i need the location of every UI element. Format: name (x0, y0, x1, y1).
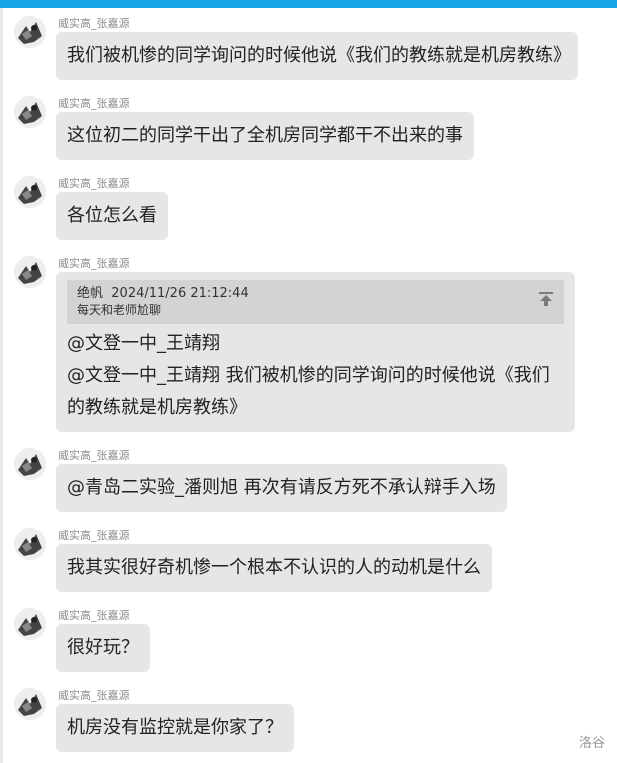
avatar[interactable] (14, 448, 46, 480)
chat-message: 威实高_张嘉源 机房没有监控就是你家了？ (0, 680, 617, 752)
message-bubble: @青岛二实验_潘则旭 再次有请反方死不承认辩手入场 (56, 464, 507, 512)
avatar[interactable] (14, 688, 46, 720)
avatar[interactable] (14, 608, 46, 640)
message-bubble: 绝帆 2024/11/26 21:12:44 每天和老师尬聊 @文登一中_王靖翔… (56, 272, 575, 432)
sender-name: 威实高_张嘉源 (58, 97, 130, 110)
sender-name: 威实高_张嘉源 (58, 529, 130, 542)
sender-name: 威实高_张嘉源 (58, 257, 130, 270)
avatar[interactable] (14, 96, 46, 128)
chat-message: 威实高_张嘉源 绝帆 2024/11/26 21:12:44 每天和老师尬聊 @… (0, 248, 617, 432)
chat-message: 威实高_张嘉源 各位怎么看 (0, 168, 617, 240)
avatar[interactable] (14, 256, 46, 288)
message-line: @文登一中_王靖翔 (67, 333, 220, 354)
chat-message: 威实高_张嘉源 这位初二的同学干出了全机房同学都干不出来的事 (0, 88, 617, 160)
pin-top-icon[interactable] (538, 286, 554, 306)
quote-text: 每天和老师尬聊 (77, 303, 162, 317)
message-bubble: 很好玩？ (56, 624, 150, 672)
avatar[interactable] (14, 176, 46, 208)
message-bubble: 机房没有监控就是你家了？ (56, 704, 294, 752)
chat-message: 威实高_张嘉源 我们被机惨的同学询问的时候他说《我们的教练就是机房教练》 (0, 8, 617, 80)
avatar[interactable] (14, 528, 46, 560)
message-bubble: 我们被机惨的同学询问的时候他说《我们的教练就是机房教练》 (56, 32, 578, 80)
message-line: @文登一中_王靖翔 我们被机惨的同学询问的时候他说《我们的教练就是机房教练》 (67, 365, 550, 418)
chat-message: 威实高_张嘉源 我其实很好奇机惨一个根本不认识的人的动机是什么 (0, 520, 617, 592)
quote-author: 绝帆 (77, 286, 104, 301)
chat-list: 威实高_张嘉源 我们被机惨的同学询问的时候他说《我们的教练就是机房教练》 威实高… (0, 8, 617, 760)
sender-name: 威实高_张嘉源 (58, 177, 130, 190)
watermark-label: 洛谷 (578, 736, 605, 751)
message-bubble: 我其实很好奇机惨一个根本不认识的人的动机是什么 (56, 544, 492, 592)
quote-time: 2024/11/26 21:12:44 (111, 286, 249, 301)
sender-name: 威实高_张嘉源 (58, 609, 130, 622)
message-bubble: 各位怎么看 (56, 192, 168, 240)
chat-message: 威实高_张嘉源 @青岛二实验_潘则旭 再次有请反方死不承认辩手入场 (0, 440, 617, 512)
message-bubble: 这位初二的同学干出了全机房同学都干不出来的事 (56, 112, 474, 160)
chat-message: 威实高_张嘉源 很好玩？ (0, 600, 617, 672)
top-accent-bar (0, 0, 617, 8)
sender-name: 威实高_张嘉源 (58, 689, 130, 702)
quoted-message[interactable]: 绝帆 2024/11/26 21:12:44 每天和老师尬聊 (67, 280, 564, 324)
sender-name: 威实高_张嘉源 (58, 17, 130, 30)
avatar[interactable] (14, 16, 46, 48)
quote-header: 绝帆 2024/11/26 21:12:44 (77, 285, 528, 302)
sender-name: 威实高_张嘉源 (58, 449, 130, 462)
